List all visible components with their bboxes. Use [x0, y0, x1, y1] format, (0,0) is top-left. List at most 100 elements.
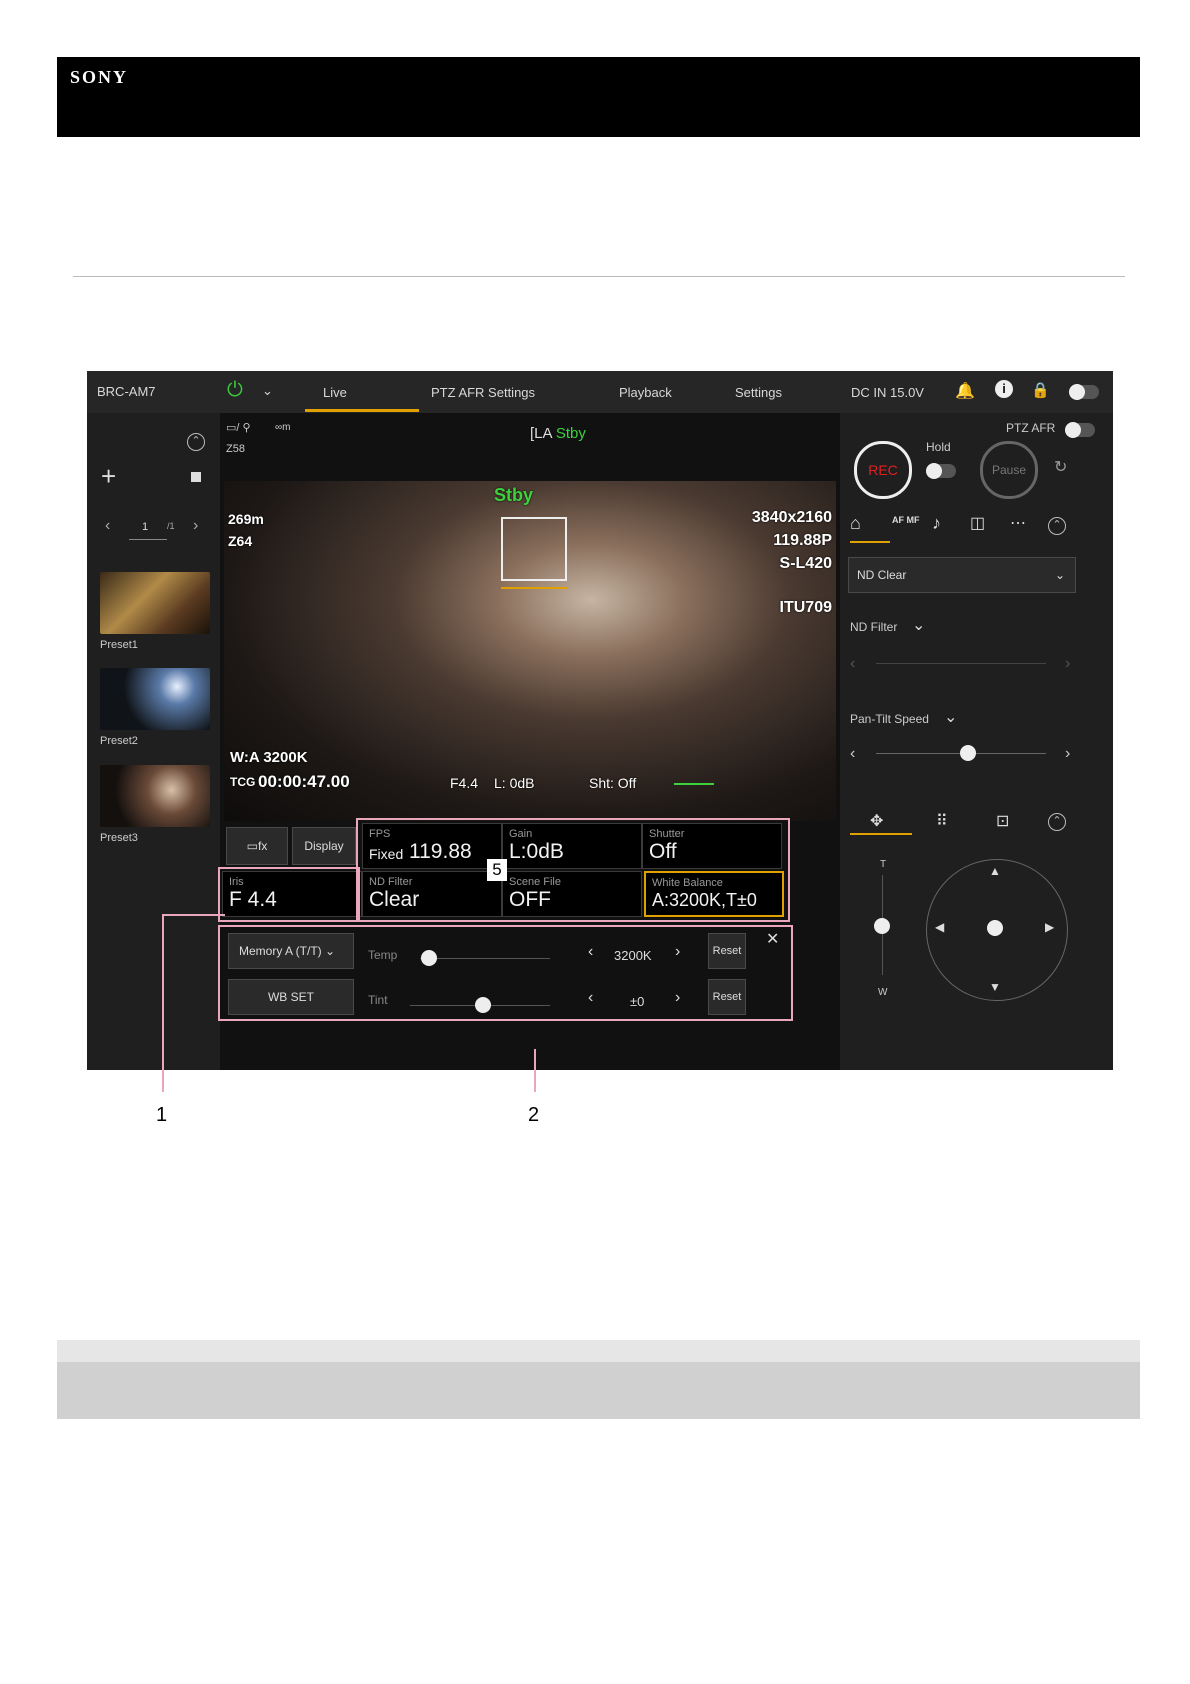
music-note-icon[interactable]: ♪ [932, 513, 941, 534]
nd-select[interactable]: ND Clear ⌄ [848, 557, 1076, 593]
face-indicator [501, 587, 567, 589]
more-icon[interactable]: ⋯ [1010, 513, 1026, 533]
pan-tilt-pad[interactable]: ▲ ▼ ◀ ▶ [926, 859, 1068, 1001]
chevron-down-icon[interactable]: ⌄ [262, 383, 273, 399]
app-window: BRC-AM7 ⏻ ⌄ Live PTZ AFR Settings Playba… [87, 371, 1113, 1070]
la-icon: [LA [530, 425, 556, 442]
active-tab-indicator [305, 409, 419, 412]
highlight-frame [218, 867, 360, 922]
video-zoom: Z64 [228, 533, 253, 549]
ptz-afr-label: PTZ AFR [1006, 421, 1056, 435]
video-resolution: 3840x2160 [751, 509, 832, 526]
video-iris: F4.4 [450, 775, 479, 791]
page-underline [129, 539, 167, 540]
video-gamma: S-L420 [779, 555, 832, 572]
preset-sidebar: ⌃ + ‹ 1 /1 › Preset1 Preset2 Preset3 [87, 413, 220, 1070]
media-icon: ▭/ ⚲ [226, 422, 251, 434]
collapse-icon[interactable]: ⌃ [187, 433, 205, 451]
left-arrow-icon[interactable]: ◀ [935, 920, 944, 934]
highlight-frame [218, 925, 793, 1021]
page-total: /1 [167, 521, 175, 531]
power-icon[interactable]: ⏻ [227, 379, 243, 402]
refresh-icon[interactable]: ↻ [1054, 457, 1067, 477]
camera-icon[interactable]: ◫ [970, 513, 985, 533]
brand-header: SONY [57, 57, 1140, 137]
chevron-down-icon[interactable]: ⌄ [944, 707, 957, 727]
speed-increase-icon[interactable]: › [1065, 745, 1070, 763]
collapse-icon[interactable]: ⌃ [1048, 813, 1066, 831]
callout-number: 2 [528, 1104, 540, 1126]
preset-thumbnail[interactable] [100, 572, 210, 634]
video-level: L: 0dB [494, 775, 535, 791]
lock-icon[interactable]: 🔒 [1031, 381, 1050, 399]
video-timecode: 00:00:47.00 [258, 772, 350, 791]
tab-ptz-afr-settings[interactable]: PTZ AFR Settings [431, 385, 535, 400]
pan-tilt-center[interactable] [987, 920, 1003, 936]
camera-fx-button[interactable]: ▭fx [226, 827, 288, 865]
next-page-icon[interactable]: › [193, 517, 198, 535]
right-arrow-icon[interactable]: ▶ [1045, 920, 1054, 934]
speed-decrease-icon[interactable]: ‹ [850, 745, 855, 763]
top-bar: BRC-AM7 ⏻ ⌄ Live PTZ AFR Settings Playba… [87, 371, 1113, 414]
zoom-w-label: W [878, 987, 888, 998]
grid-icon[interactable]: ⠿ [936, 811, 948, 831]
af-mf-icon[interactable]: AF MF [892, 515, 920, 525]
pantilt-speed-label: Pan-Tilt Speed [850, 712, 929, 726]
callout-line [534, 1049, 536, 1092]
monitor-area: ▭/ ⚲ ∞m Z58 [LA Stby Stby 269m Z64 3840x… [218, 413, 840, 1070]
zoom-slider-thumb[interactable] [874, 918, 890, 934]
callout-line [162, 914, 225, 916]
chevron-down-icon[interactable]: ⌄ [912, 615, 925, 635]
tab-settings[interactable]: Settings [735, 385, 782, 400]
model-name: BRC-AM7 [97, 384, 156, 399]
nd-prev-icon[interactable]: ‹ [850, 655, 855, 673]
preset-label: Preset3 [100, 832, 138, 844]
video-wb: W:A 3200K [230, 749, 308, 766]
active-section-indicator [850, 541, 890, 543]
preset-thumbnail[interactable] [100, 668, 210, 730]
callout-line [162, 914, 164, 1092]
divider [73, 276, 1125, 277]
framing-icon[interactable]: ⊡ [996, 811, 1009, 831]
ptz-afr-toggle[interactable] [1065, 422, 1095, 438]
page-current: 1 [142, 521, 149, 533]
video-distance: 269m [228, 511, 264, 527]
callout-number: 1 [156, 1104, 168, 1126]
footer-band [57, 1362, 1140, 1419]
focus-distance: ∞m [275, 422, 291, 433]
zoom-readout: Z58 [226, 443, 245, 455]
active-section-indicator [850, 833, 912, 835]
rec-button[interactable]: REC [854, 441, 912, 499]
collapse-icon[interactable]: ⌃ [1048, 517, 1066, 535]
zoom-t-label: T [880, 859, 887, 870]
info-icon[interactable]: i [995, 380, 1013, 398]
tab-playback[interactable]: Playback [619, 385, 672, 400]
display-button[interactable]: Display [292, 827, 356, 865]
stop-icon[interactable] [191, 472, 201, 482]
nd-next-icon[interactable]: › [1065, 655, 1070, 673]
pause-button[interactable]: Pause [980, 441, 1038, 499]
tab-live[interactable]: Live [323, 385, 347, 400]
preset-thumbnail[interactable] [100, 765, 210, 827]
prev-page-icon[interactable]: ‹ [105, 517, 110, 535]
sony-logo: SONY [70, 67, 129, 87]
speed-slider-thumb[interactable] [960, 745, 976, 761]
control-panel: PTZ AFR REC Hold Pause ↻ ⌂ AF MF ♪ ◫ ⋯ ⌃… [840, 413, 1113, 1070]
bell-icon[interactable]: 🔔 [955, 381, 975, 401]
highlight-frame [356, 818, 790, 922]
lock-toggle[interactable] [1069, 384, 1099, 400]
hold-toggle[interactable] [926, 463, 956, 479]
joystick-icon[interactable]: ✥ [870, 811, 883, 831]
home-icon[interactable]: ⌂ [850, 513, 861, 534]
preset-label: Preset2 [100, 735, 138, 747]
footer-band [57, 1340, 1140, 1362]
nd-filter-label: ND Filter [850, 620, 898, 634]
face-detection-frame [501, 517, 567, 581]
add-preset-icon[interactable]: + [101, 461, 116, 492]
preset-label: Preset1 [100, 639, 138, 651]
power-status: DC IN 15.0V [851, 385, 924, 400]
live-video[interactable]: Stby 269m Z64 3840x2160 119.88P S-L420 I… [224, 481, 836, 821]
up-arrow-icon[interactable]: ▲ [989, 864, 1001, 878]
nd-slider-track[interactable] [876, 663, 1046, 664]
down-arrow-icon[interactable]: ▼ [989, 980, 1001, 994]
